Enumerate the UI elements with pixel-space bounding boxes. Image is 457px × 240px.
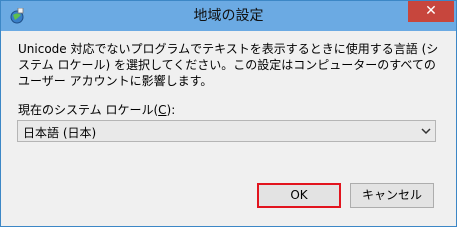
region-settings-dialog: 地域の設定 ✕ Unicode 対応でないプログラムでテキストを表示するときに使… bbox=[0, 0, 457, 227]
chevron-down-icon bbox=[421, 128, 431, 135]
locale-label-suffix: ): bbox=[166, 103, 176, 117]
system-locale-dropdown[interactable]: 日本語 (日本) bbox=[17, 120, 436, 142]
cancel-button[interactable]: キャンセル bbox=[350, 183, 434, 208]
description-text: Unicode 対応でないプログラムでテキストを表示するときに使用する言語 (シ… bbox=[18, 42, 439, 88]
title-bar: 地域の設定 ✕ bbox=[1, 1, 456, 31]
locale-label-prefix: 現在のシステム ロケール( bbox=[18, 103, 159, 117]
window-title: 地域の設定 bbox=[193, 8, 264, 24]
system-locale-value: 日本語 (日本) bbox=[23, 126, 97, 140]
ok-button[interactable]: OK bbox=[257, 183, 341, 208]
close-button[interactable]: ✕ bbox=[408, 1, 454, 22]
locale-label: 現在のシステム ロケール(C): bbox=[18, 101, 175, 118]
locale-label-accelerator: C bbox=[158, 103, 167, 117]
